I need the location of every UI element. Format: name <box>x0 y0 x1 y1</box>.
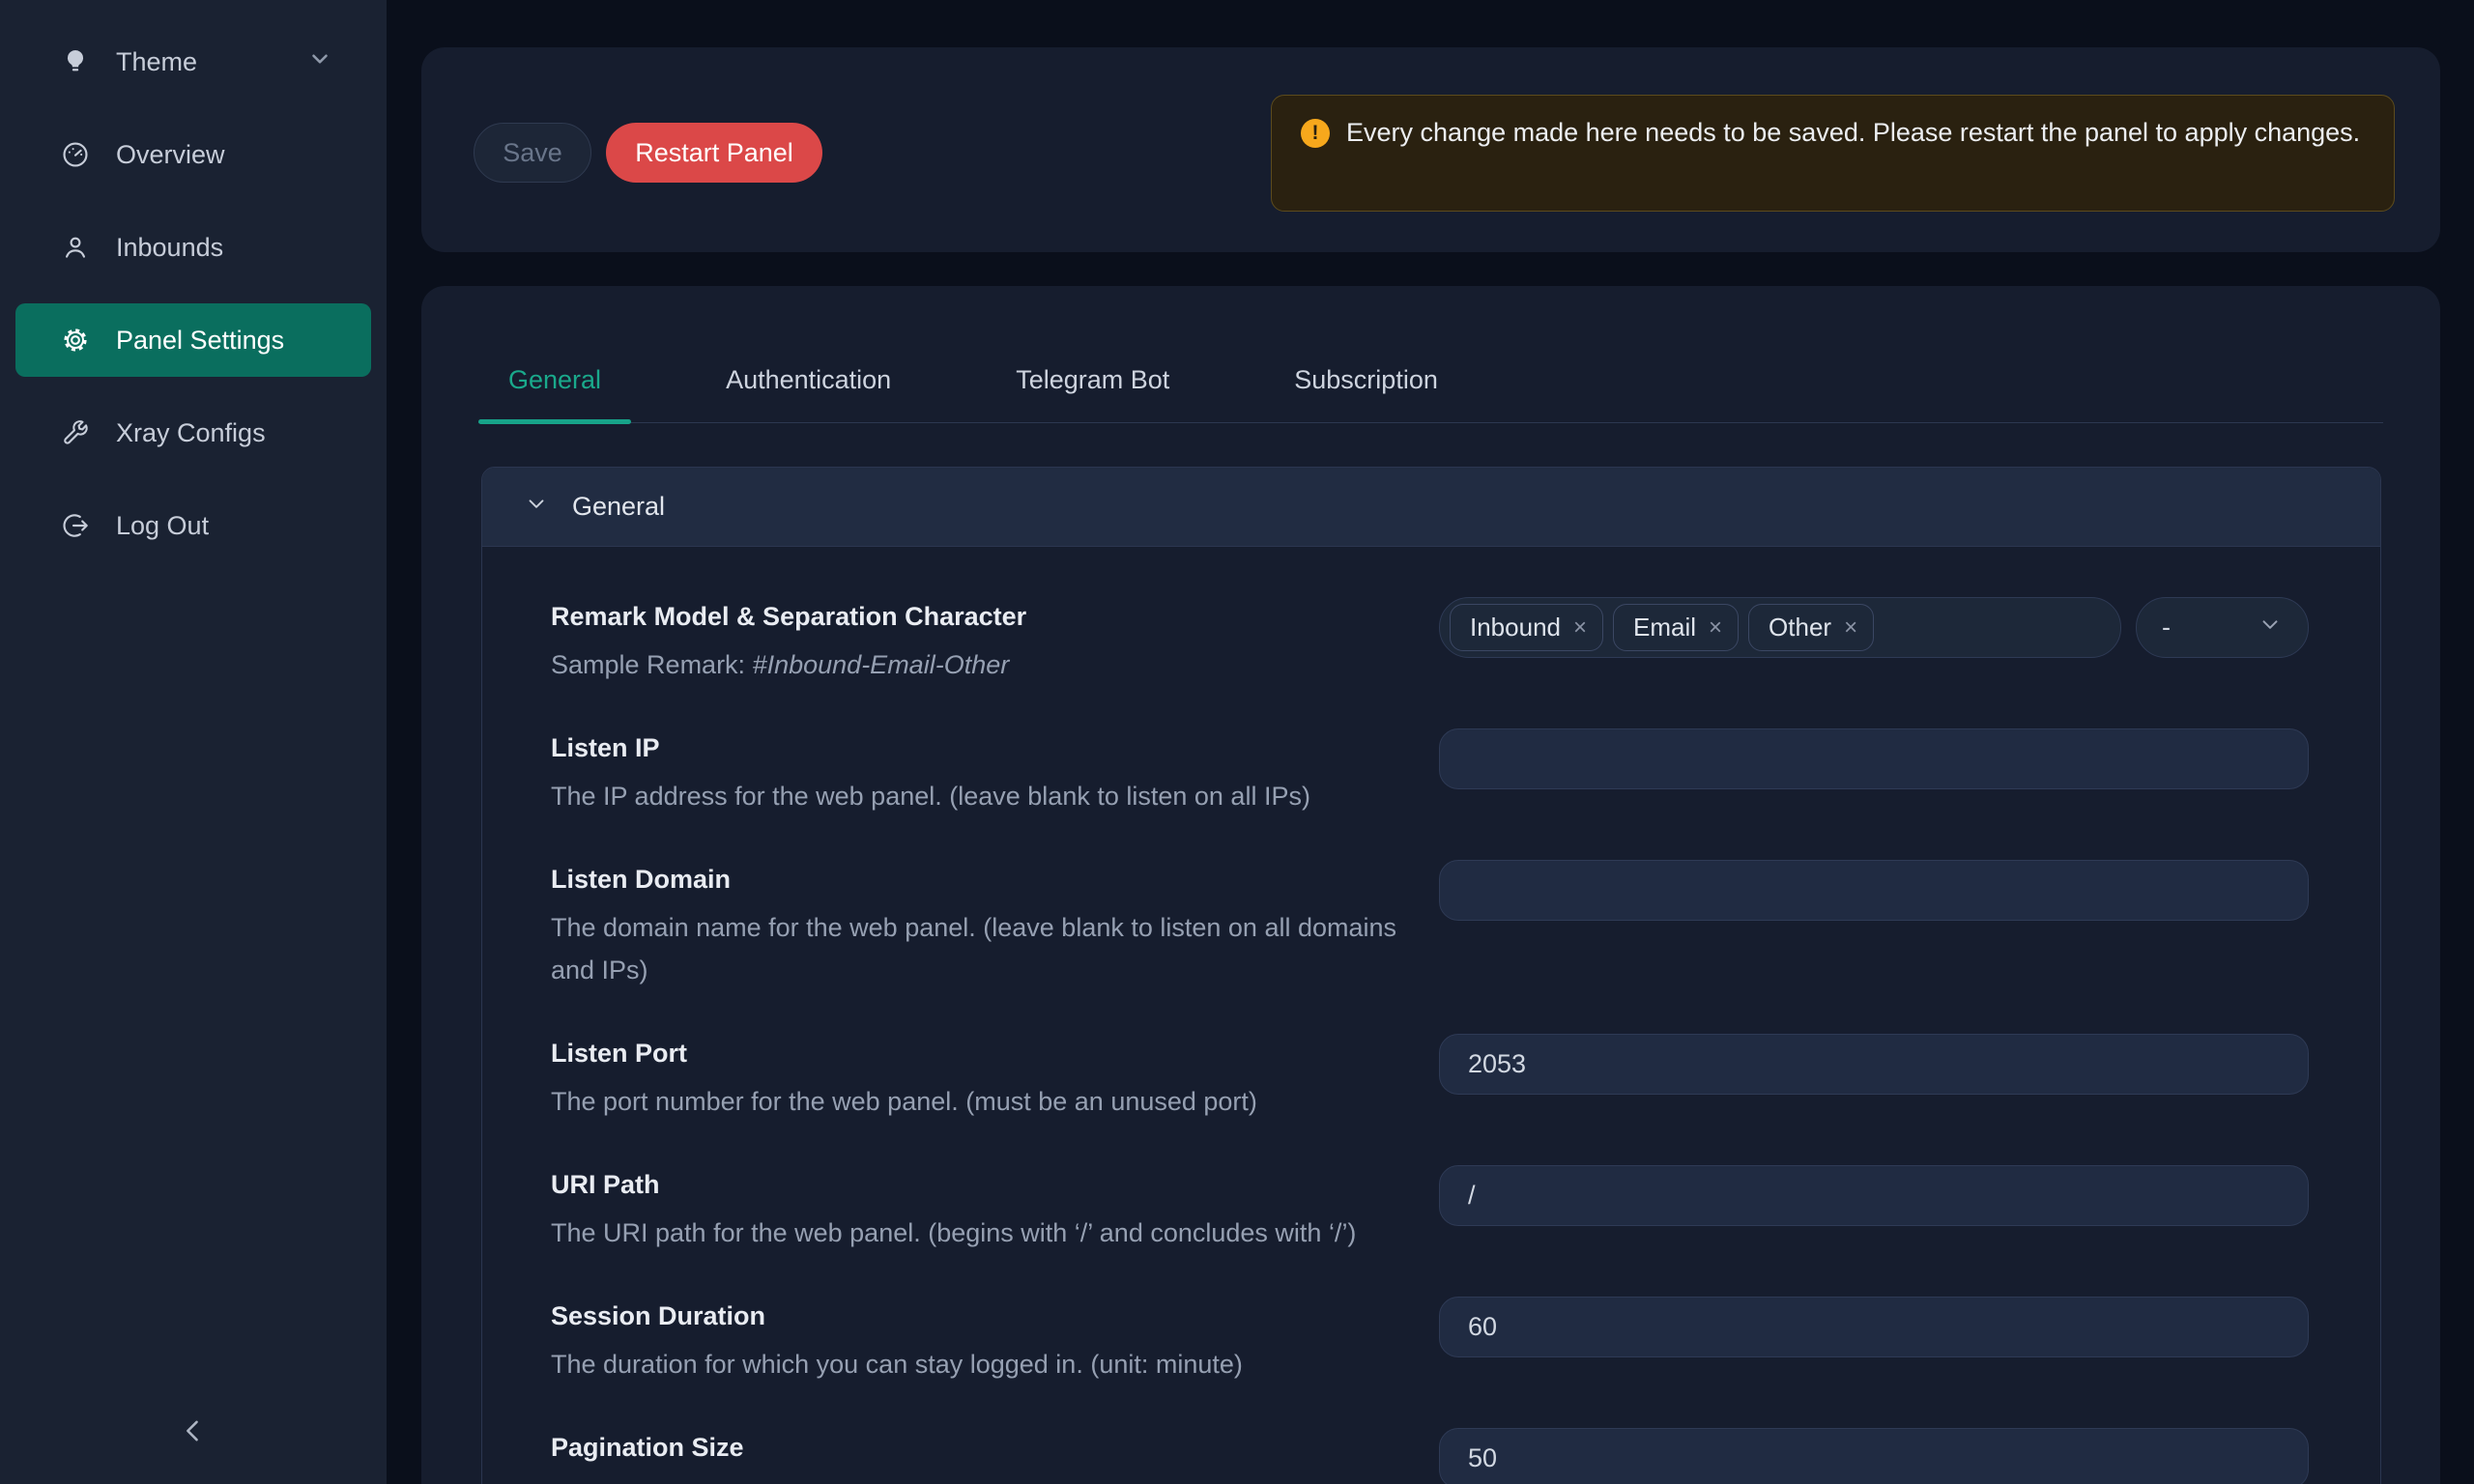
sidebar-nav: Theme Overview Inbounds <box>0 0 387 562</box>
form-row-uri-path: URI Path The URI path for the web panel.… <box>551 1165 2309 1254</box>
pagination-size-input[interactable] <box>1439 1428 2309 1484</box>
restart-warning-banner: ! Every change made here needs to be sav… <box>1271 95 2395 212</box>
sidebar-item-label: Log Out <box>116 511 209 541</box>
field-label: Listen Port <box>551 1034 1400 1072</box>
save-button[interactable]: Save <box>474 123 591 183</box>
sidebar-item-label: Panel Settings <box>116 326 284 356</box>
sidebar-item-label: Xray Configs <box>116 418 266 448</box>
field-description: Sample Remark: #Inbound-Email-Other <box>551 643 1400 686</box>
sidebar-item-label: Overview <box>116 140 225 170</box>
field-description: The URI path for the web panel. (begins … <box>551 1212 1400 1254</box>
field-description: The domain name for the web panel. (leav… <box>551 906 1400 991</box>
remark-model-tag-select[interactable]: Inbound × Email × Other × <box>1439 597 2121 658</box>
dashboard-icon <box>60 139 91 170</box>
user-icon <box>60 232 91 263</box>
listen-port-input[interactable] <box>1439 1034 2309 1095</box>
field-label: Listen Domain <box>551 860 1400 899</box>
sidebar-item-overview[interactable]: Overview <box>15 118 371 191</box>
sidebar-item-label: Inbounds <box>116 233 223 263</box>
field-description: The duration for which you can stay logg… <box>551 1343 1400 1385</box>
listen-ip-input[interactable] <box>1439 728 2309 789</box>
sidebar-item-label: Theme <box>116 47 197 77</box>
tag-chip[interactable]: Inbound × <box>1450 604 1603 651</box>
field-label: Listen IP <box>551 728 1400 767</box>
uri-path-input[interactable] <box>1439 1165 2309 1226</box>
remove-tag-icon[interactable]: × <box>1573 616 1587 640</box>
logout-icon <box>60 510 91 541</box>
chevron-left-icon <box>177 1436 210 1450</box>
toolbar-card: Save Restart Panel ! Every change made h… <box>421 47 2440 252</box>
bulb-icon <box>60 46 91 77</box>
tab-telegram-bot[interactable]: Telegram Bot <box>986 365 1199 422</box>
tabs-bar: General Authentication Telegram Bot Subs… <box>478 286 2383 423</box>
sidebar-collapse-button[interactable] <box>162 1401 224 1463</box>
sidebar-item-theme[interactable]: Theme <box>15 25 371 99</box>
tab-general[interactable]: General <box>478 365 631 422</box>
sidebar-item-log-out[interactable]: Log Out <box>15 489 371 562</box>
session-duration-input[interactable] <box>1439 1297 2309 1357</box>
chevron-down-icon <box>524 491 549 523</box>
field-label: URI Path <box>551 1165 1400 1204</box>
form-row-listen-port: Listen Port The port number for the web … <box>551 1034 2309 1123</box>
form-row-pagination-size: Pagination Size <box>551 1428 2309 1484</box>
form-row-session-duration: Session Duration The duration for which … <box>551 1297 2309 1385</box>
tab-authentication[interactable]: Authentication <box>696 365 921 422</box>
remove-tag-icon[interactable]: × <box>1709 616 1722 640</box>
sidebar: Theme Overview Inbounds <box>0 0 387 1484</box>
remove-tag-icon[interactable]: × <box>1844 616 1857 640</box>
warning-text: Every change made here needs to be saved… <box>1346 112 2360 154</box>
gear-icon <box>60 325 91 356</box>
main-content: Save Restart Panel ! Every change made h… <box>387 0 2474 1484</box>
restart-panel-button[interactable]: Restart Panel <box>606 123 822 183</box>
field-description: The port number for the web panel. (must… <box>551 1080 1400 1123</box>
sidebar-item-inbounds[interactable]: Inbounds <box>15 211 371 284</box>
settings-card: General Authentication Telegram Bot Subs… <box>421 286 2440 1484</box>
form-row-listen-ip: Listen IP The IP address for the web pan… <box>551 728 2309 817</box>
chevron-down-icon <box>2258 612 2283 643</box>
field-label: Pagination Size <box>551 1428 1400 1467</box>
tag-chip[interactable]: Email × <box>1613 604 1739 651</box>
tab-subscription[interactable]: Subscription <box>1264 365 1468 422</box>
general-panel-header[interactable]: General <box>482 468 2380 547</box>
tag-chip[interactable]: Other × <box>1748 604 1874 651</box>
sidebar-item-xray-configs[interactable]: Xray Configs <box>15 396 371 470</box>
field-label: Remark Model & Separation Character <box>551 597 1400 636</box>
general-panel-body: Remark Model & Separation Character Samp… <box>482 547 2380 1484</box>
warning-icon: ! <box>1301 119 1330 148</box>
wrench-icon <box>60 417 91 448</box>
form-row-remark-model: Remark Model & Separation Character Samp… <box>551 597 2309 686</box>
field-label: Session Duration <box>551 1297 1400 1335</box>
sample-remark-value: #Inbound-Email-Other <box>753 650 1010 679</box>
form-row-listen-domain: Listen Domain The domain name for the we… <box>551 860 2309 991</box>
app-root: Theme Overview Inbounds <box>0 0 2474 1484</box>
separator-value: - <box>2162 613 2171 642</box>
chevron-down-icon <box>307 46 332 78</box>
separator-select[interactable]: - <box>2136 597 2309 658</box>
general-collapse-panel: General Remark Model & Separation Charac… <box>481 467 2381 1484</box>
field-description: The IP address for the web panel. (leave… <box>551 775 1400 817</box>
section-title: General <box>572 492 665 522</box>
sidebar-item-panel-settings[interactable]: Panel Settings <box>15 303 371 377</box>
listen-domain-input[interactable] <box>1439 860 2309 921</box>
